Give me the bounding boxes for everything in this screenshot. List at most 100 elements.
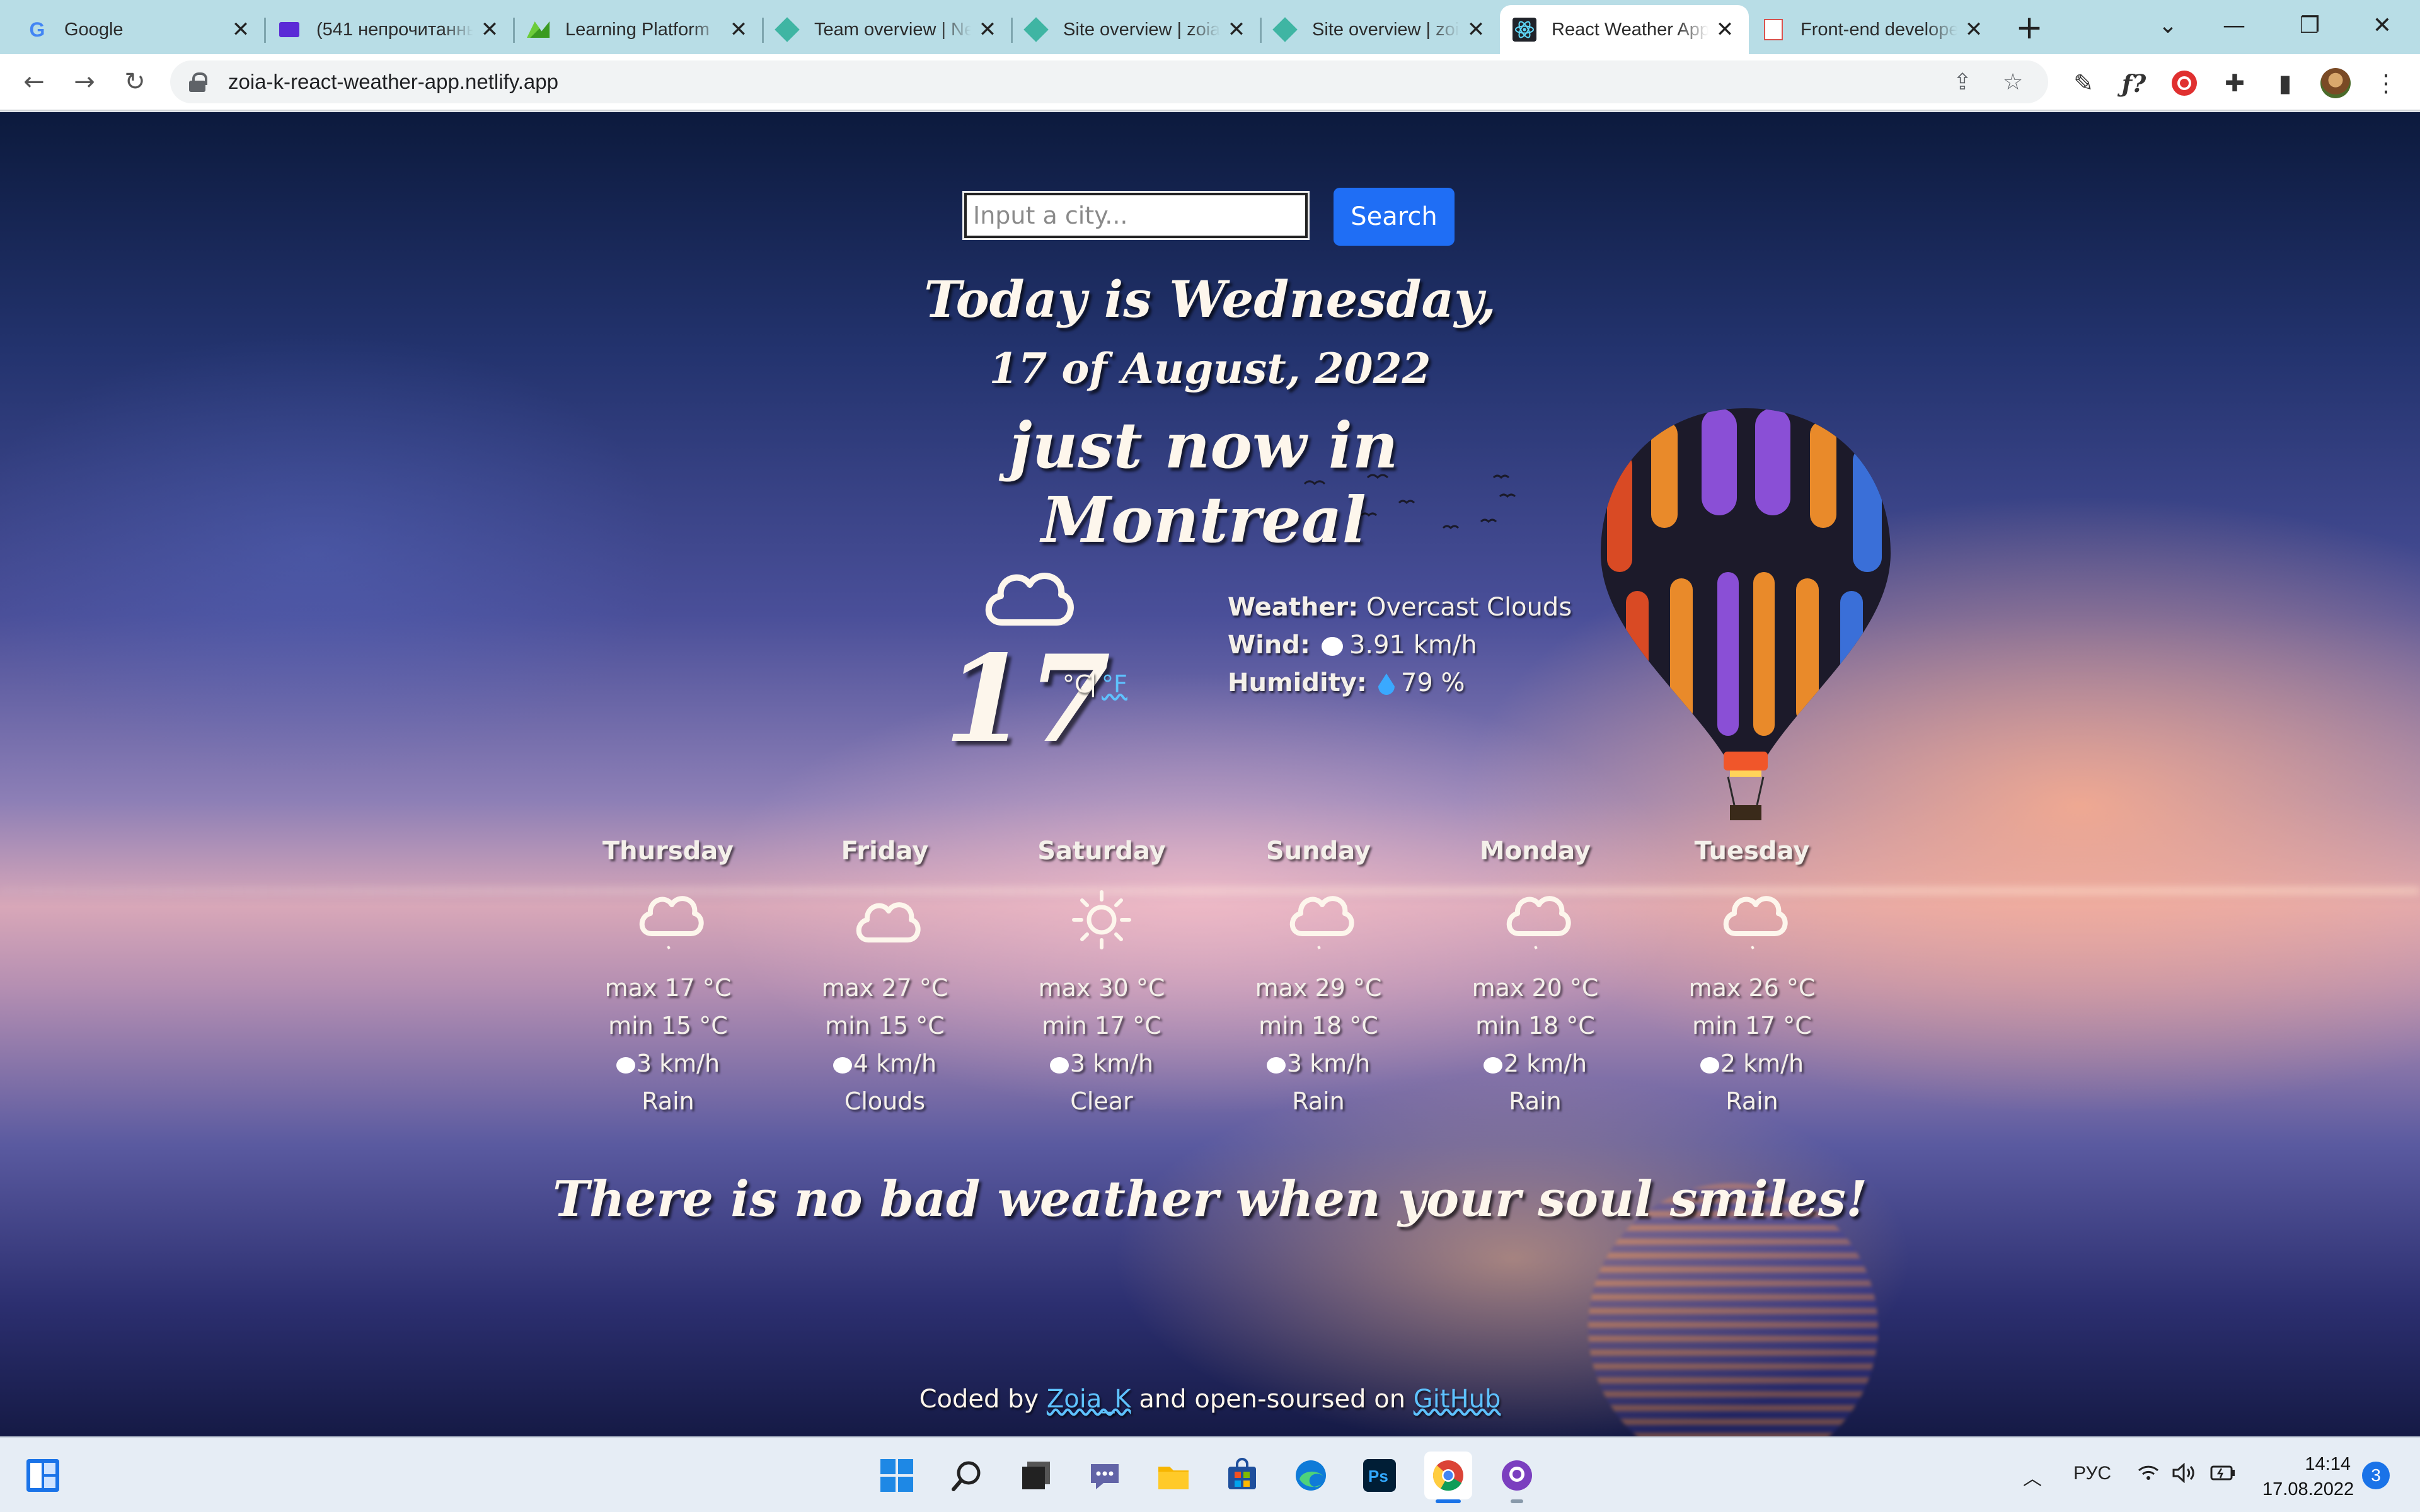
extensions-puzzle-icon[interactable]: ✚: [2217, 66, 2252, 101]
forward-arrow-icon[interactable]: →: [66, 63, 103, 101]
tab-search-chevron-icon[interactable]: ⌄: [2143, 6, 2193, 44]
close-icon[interactable]: ✕: [976, 18, 999, 42]
today-heading: Today is Wednesday,: [924, 270, 1496, 329]
chat-icon[interactable]: [1081, 1452, 1129, 1499]
weather-app: Search Today is Wednesday, 17 of August,…: [0, 112, 2420, 1436]
forecast-wind: 3 km/h: [1286, 1050, 1371, 1077]
wind-row: Wind: 3.91 km/h: [1228, 626, 1572, 664]
forecast-min: min 15 °C: [825, 1012, 945, 1040]
back-arrow-icon[interactable]: ←: [15, 63, 53, 101]
battery-icon[interactable]: [2209, 1463, 2237, 1487]
forecast-min: min 17 °C: [1042, 1012, 1161, 1040]
tab-site-overview-1[interactable]: Site overview | zoia ✕: [1011, 5, 1262, 54]
wind-icon: [616, 1057, 635, 1074]
tab-site-overview-2[interactable]: Site overview | zoia ✕: [1260, 5, 1500, 54]
close-icon[interactable]: ✕: [478, 18, 501, 42]
task-view-icon[interactable]: [1012, 1452, 1060, 1499]
minimize-icon[interactable]: —: [2209, 6, 2259, 44]
chrome-icon[interactable]: [1424, 1452, 1472, 1503]
input-language[interactable]: РУС: [2073, 1463, 2111, 1484]
city-search-input[interactable]: [962, 191, 1310, 240]
share-icon[interactable]: ⇪: [1947, 67, 1978, 97]
mail-icon: [277, 18, 301, 42]
new-tab-button[interactable]: +: [2010, 9, 2048, 47]
forecast-wind: 2 km/h: [1720, 1050, 1804, 1077]
tab-title: Site overview | zoia: [1312, 19, 1460, 40]
rain-cloud-icon: [1289, 896, 1354, 949]
profile-avatar[interactable]: [2318, 66, 2353, 101]
forecast-description: Rain: [1292, 1087, 1345, 1115]
wind-icon: [833, 1057, 852, 1074]
search-button[interactable]: Search: [1334, 188, 1455, 246]
close-icon[interactable]: ✕: [727, 18, 750, 42]
tray-chevron-up-icon[interactable]: ︿: [2023, 1463, 2042, 1491]
tab-mail[interactable]: (541 непрочитанных) ✕: [265, 5, 515, 54]
wind-value: 3.91 km/h: [1349, 631, 1477, 660]
file-explorer-icon[interactable]: [1150, 1452, 1197, 1499]
celsius-toggle[interactable]: °C: [1063, 670, 1092, 698]
react-icon: [1512, 18, 1536, 42]
horizon-glow: [0, 887, 2420, 895]
github-desktop-icon[interactable]: [1493, 1452, 1541, 1503]
restore-icon[interactable]: ❐: [2285, 6, 2335, 44]
weather-label: Weather:: [1228, 593, 1359, 622]
cloud-icon: [856, 902, 921, 942]
bookmark-star-icon[interactable]: ☆: [1998, 67, 2028, 97]
forecast-day-name: Sunday: [1265, 837, 1371, 866]
tab-front-end-developer[interactable]: Front-end developer ✕: [1749, 5, 1998, 54]
forecast-day-name: Monday: [1479, 837, 1591, 866]
widgets-icon[interactable]: [19, 1452, 67, 1499]
close-icon[interactable]: ✕: [1465, 18, 1487, 42]
github-link[interactable]: GitHub: [1414, 1385, 1501, 1414]
quote-text: There is no bad weather when your soul s…: [552, 1171, 1868, 1228]
forecast-day-name: Tuesday: [1694, 837, 1810, 866]
netlify-icon: [1272, 17, 1298, 42]
forecast-wind: 2 km/h: [1503, 1050, 1587, 1077]
fahrenheit-link[interactable]: °F: [1102, 670, 1127, 698]
close-icon[interactable]: ✕: [1714, 18, 1736, 42]
side-panel-icon[interactable]: ▮: [2267, 66, 2303, 101]
close-icon[interactable]: ✕: [1225, 18, 1248, 42]
current-temperature: 17: [944, 629, 1111, 769]
eyedropper-extension-icon[interactable]: ✎: [2066, 66, 2101, 101]
date-heading: 17 of August, 2022: [989, 344, 1431, 393]
reload-icon[interactable]: ↻: [116, 63, 154, 101]
water-drop-icon: [1378, 673, 1395, 695]
search-icon[interactable]: [943, 1452, 991, 1499]
netlify-icon: [775, 17, 800, 42]
svg-text:Ps: Ps: [1368, 1467, 1388, 1486]
weather-value: Overcast Clouds: [1366, 593, 1572, 622]
tab-learning-platform[interactable]: Learning Platform ✕: [514, 5, 764, 54]
tab-react-weather-app[interactable]: React Weather App ✕: [1500, 5, 1749, 54]
tab-team-overview[interactable]: Team overview | Netlify ✕: [763, 5, 1013, 54]
close-icon[interactable]: ✕: [229, 18, 252, 42]
menu-kebab-icon[interactable]: ⋮: [2368, 66, 2404, 101]
forecast-day: Tuesday max 26 °C min 17 °C 2 km/h Rain: [1651, 837, 1853, 1120]
notification-badge[interactable]: 3: [2362, 1462, 2390, 1489]
lock-icon[interactable]: [189, 72, 207, 92]
store-icon[interactable]: [1218, 1452, 1266, 1499]
forecast-max: max 30 °C: [1038, 974, 1165, 1002]
photoshop-icon[interactable]: Ps: [1356, 1452, 1403, 1499]
author-link[interactable]: Zoia_K: [1047, 1385, 1131, 1414]
start-windows-icon[interactable]: [873, 1452, 921, 1499]
close-icon[interactable]: ✕: [1962, 18, 1985, 42]
close-window-icon[interactable]: ✕: [2357, 6, 2407, 44]
forecast-description: Rain: [1726, 1087, 1778, 1115]
system-clock[interactable]: 14:14 17.08.2022: [2262, 1452, 2354, 1502]
volume-icon[interactable]: [2171, 1462, 2196, 1488]
red-extension-icon[interactable]: [2167, 66, 2202, 101]
tab-title: Front-end developer: [1801, 19, 1957, 40]
forecast-day-name: Saturday: [1037, 837, 1166, 866]
wind-icon: [1049, 1057, 1069, 1074]
current-details: Weather: Overcast Clouds Wind: 3.91 km/h …: [1228, 588, 1572, 702]
wifi-icon[interactable]: [2136, 1463, 2160, 1487]
edge-icon[interactable]: [1287, 1452, 1335, 1499]
credits-middle: and open-soursed on: [1139, 1385, 1406, 1414]
taskbar: Ps ︿ РУС 14:14 17.08.2022 3: [0, 1436, 2420, 1512]
address-bar[interactable]: zoia-k-react-weather-app.netlify.app ⇪ ☆: [170, 60, 2048, 103]
font-extension-icon[interactable]: ƒ?: [2116, 66, 2152, 101]
forecast-wind: 4 km/h: [853, 1050, 937, 1077]
forecast-day-name: Friday: [841, 837, 929, 866]
tab-google[interactable]: G Google ✕: [13, 5, 266, 54]
